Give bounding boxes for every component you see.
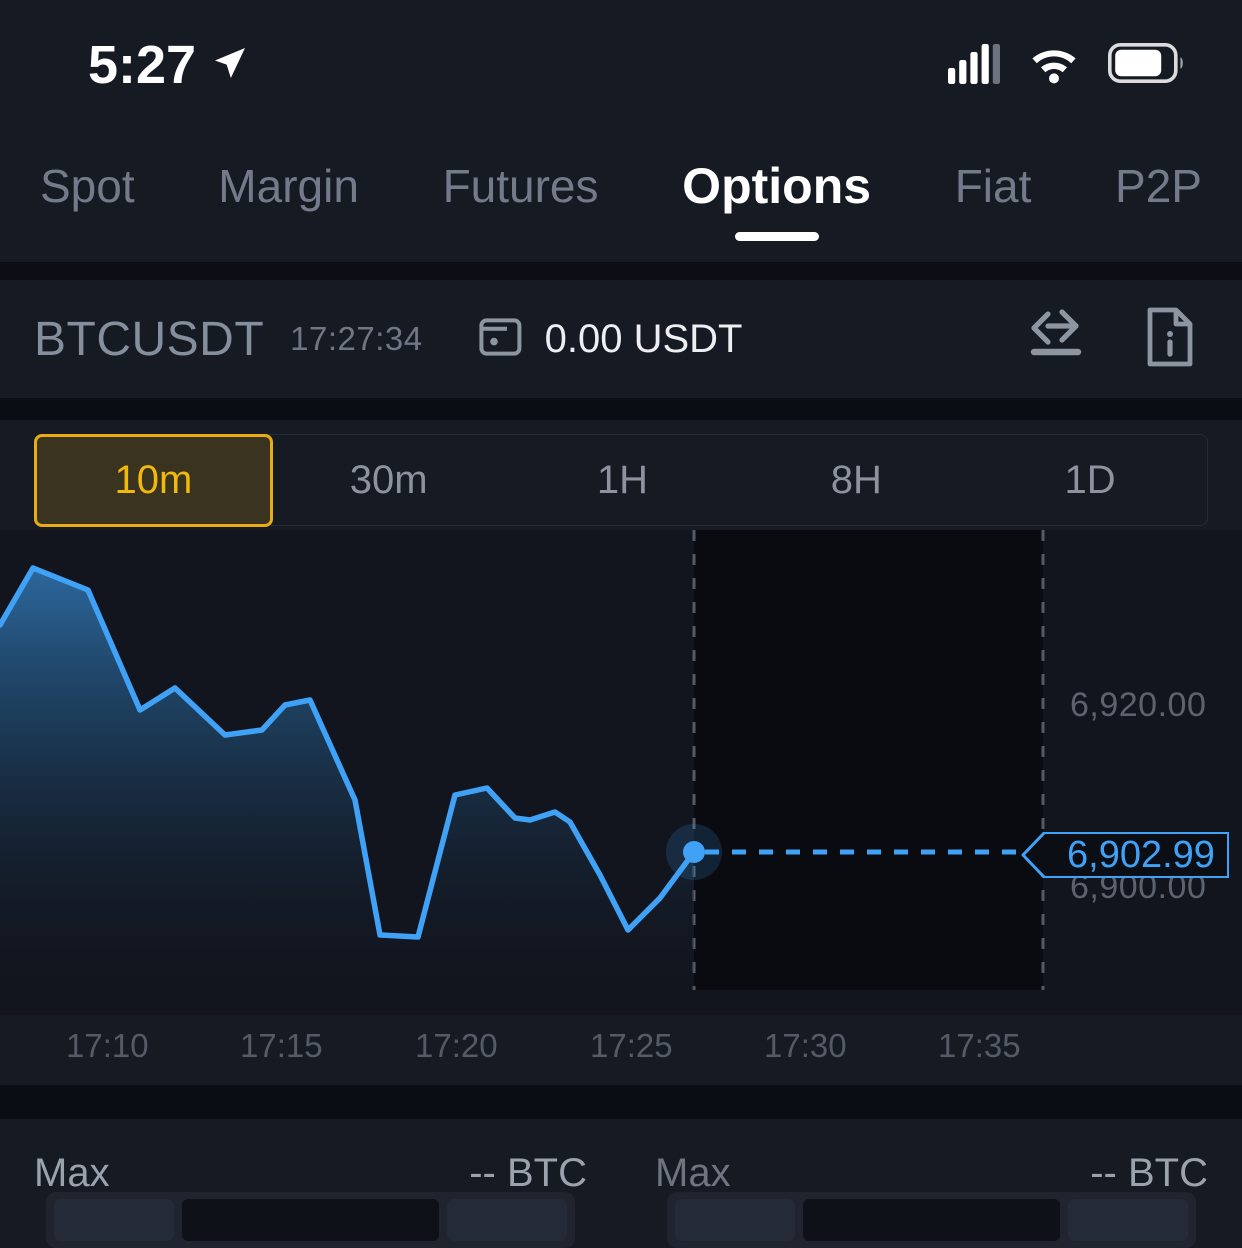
increment-button-buy[interactable]: [447, 1199, 567, 1241]
cellular-signal-icon: [948, 42, 1000, 89]
pair-clock: 17:27:34: [290, 320, 422, 358]
tab-spot[interactable]: Spot: [34, 153, 141, 239]
x-axis-tick-1715: 17:15: [240, 1027, 323, 1065]
status-bar-clock: 5:27: [88, 38, 196, 92]
quantity-input-buy[interactable]: [182, 1199, 439, 1241]
x-axis-tick-1735: 17:35: [938, 1027, 1021, 1065]
timeframe-selector-area: 10m 30m 1H 8H 1D: [0, 420, 1242, 526]
tab-options[interactable]: Options: [676, 151, 877, 241]
max-amount-sell: -- BTC: [1090, 1151, 1208, 1196]
status-bar-right: [948, 42, 1186, 89]
battery-icon: [1108, 43, 1186, 88]
order-row-buy: Max -- BTC: [34, 1151, 587, 1196]
tab-fiat[interactable]: Fiat: [949, 153, 1038, 239]
max-label-sell[interactable]: Max: [655, 1151, 731, 1196]
pair-symbol[interactable]: BTCUSDT: [34, 312, 264, 367]
options-trading-screen: 5:27: [0, 0, 1242, 1242]
current-price-text: 6,902.99: [1067, 834, 1215, 877]
timeframe-1h[interactable]: 1H: [506, 435, 740, 525]
x-axis-tick-1720: 17:20: [415, 1027, 498, 1065]
max-amount-buy: -- BTC: [469, 1151, 587, 1196]
tab-p2p[interactable]: P2P: [1109, 153, 1208, 239]
increment-button-sell[interactable]: [1068, 1199, 1188, 1241]
decrement-button-buy[interactable]: [54, 1199, 174, 1241]
order-entry-panel: Max -- BTC Max -- BTC: [0, 1119, 1242, 1242]
current-price-badge: 6,902.99: [1043, 832, 1229, 878]
future-region: [694, 530, 1043, 990]
wifi-icon: [1026, 42, 1082, 89]
current-price-dot: [683, 841, 705, 863]
order-column-buy: Max -- BTC: [0, 1119, 621, 1242]
chart-bottom-divider: [0, 1085, 1242, 1119]
wallet-balance: 0.00 USDT: [545, 317, 743, 362]
tab-futures[interactable]: Futures: [437, 153, 605, 239]
pair-header-actions: [1024, 306, 1208, 373]
transfer-icon[interactable]: [1024, 306, 1086, 373]
price-badge-notch: [1021, 832, 1045, 878]
price-chart-svg: [0, 530, 1242, 1090]
timeframe-selector: 10m 30m 1H 8H 1D: [34, 434, 1208, 526]
decrement-button-sell[interactable]: [675, 1199, 795, 1241]
market-type-tabs: Spot Margin Futures Options Fiat P2P: [0, 130, 1242, 262]
y-axis-label-high: 6,920.00: [1070, 686, 1206, 725]
document-info-icon[interactable]: [1144, 306, 1196, 373]
status-bar: 5:27: [0, 0, 1242, 130]
order-column-sell: Max -- BTC: [621, 1119, 1242, 1242]
pair-header-divider: [0, 398, 1242, 420]
x-axis-tick-1730: 17:30: [764, 1027, 847, 1065]
tabs-divider: [0, 262, 1242, 280]
wallet-balance-group[interactable]: 0.00 USDT: [479, 316, 743, 363]
pair-header-bar: BTCUSDT 17:27:34 0.00 USDT: [0, 280, 1242, 398]
quantity-stepper-sell[interactable]: [667, 1192, 1196, 1248]
timeframe-1d[interactable]: 1D: [973, 435, 1207, 525]
x-axis: 17:10 17:15 17:20 17:25 17:30 17:35: [0, 1015, 1242, 1085]
order-row-sell: Max -- BTC: [655, 1151, 1208, 1196]
x-axis-tick-1710: 17:10: [66, 1027, 149, 1065]
timeframe-8h[interactable]: 8H: [739, 435, 973, 525]
max-label-buy[interactable]: Max: [34, 1151, 110, 1196]
location-arrow-icon: [210, 43, 250, 88]
price-chart[interactable]: 6,920.00 6,900.00 6,902.99: [0, 530, 1242, 1090]
quantity-stepper-buy[interactable]: [46, 1192, 575, 1248]
quantity-input-sell[interactable]: [803, 1199, 1060, 1241]
x-axis-tick-1725: 17:25: [590, 1027, 673, 1065]
timeframe-30m[interactable]: 30m: [272, 435, 506, 525]
wallet-icon: [479, 316, 527, 363]
tab-margin[interactable]: Margin: [212, 153, 365, 239]
status-bar-left: 5:27: [88, 38, 250, 92]
timeframe-10m[interactable]: 10m: [34, 434, 274, 527]
